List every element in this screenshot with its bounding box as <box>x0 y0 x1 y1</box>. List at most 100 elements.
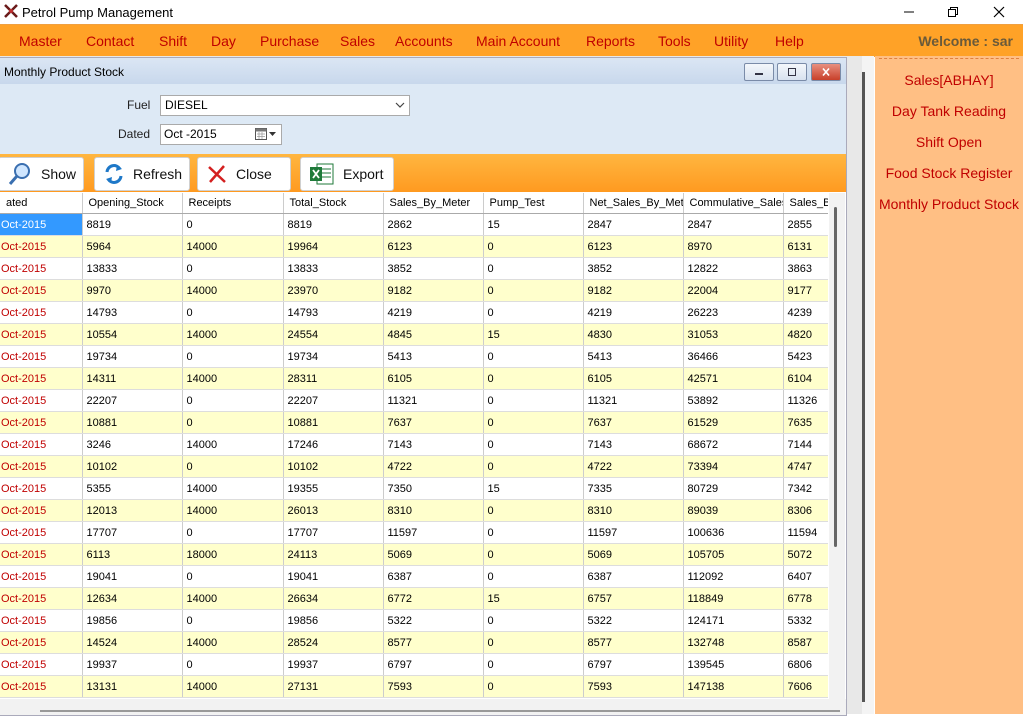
table-cell[interactable]: 17707 <box>82 521 183 544</box>
table-cell[interactable]: 5413 <box>583 345 684 368</box>
table-cell[interactable]: 0 <box>483 257 584 280</box>
table-cell[interactable]: 9177 <box>783 279 828 302</box>
table-cell[interactable]: 15 <box>483 477 584 500</box>
fuel-select[interactable]: DIESEL <box>160 95 410 116</box>
table-cell[interactable]: 28524 <box>283 631 384 654</box>
table-cell[interactable]: 7143 <box>583 433 684 456</box>
side-link-sales[interactable]: Sales[ABHAY] <box>875 72 1023 88</box>
table-cell[interactable]: 24113 <box>283 543 384 566</box>
table-cell[interactable]: 11321 <box>583 389 684 412</box>
close-window-button[interactable] <box>976 0 1022 24</box>
table-cell[interactable]: 26013 <box>283 499 384 522</box>
table-cell[interactable]: 89039 <box>683 499 784 522</box>
table-cell[interactable]: 18000 <box>182 543 284 566</box>
table-row[interactable]: Oct-2015 19856 0 19856 5322 0 5322 124171 5332 <box>0 609 828 632</box>
column-header[interactable]: Sales_B <box>783 193 828 214</box>
table-cell[interactable]: 6131 <box>783 235 828 258</box>
table-cell[interactable]: 7335 <box>583 477 684 500</box>
table-cell[interactable]: 11597 <box>583 521 684 544</box>
table-cell[interactable]: 0 <box>182 411 284 434</box>
menu-reports[interactable]: Reports <box>586 33 635 49</box>
table-row[interactable]: Oct-2015 13833 0 13833 3852 0 3852 12822 3863 <box>0 257 828 280</box>
table-cell[interactable]: 6387 <box>383 565 484 588</box>
table-cell[interactable]: 6778 <box>783 587 828 610</box>
table-cell[interactable]: Oct-2015 <box>0 279 83 302</box>
table-cell[interactable]: 0 <box>483 675 584 698</box>
table-cell[interactable]: 0 <box>483 565 584 588</box>
table-row[interactable]: Oct-2015 12013 14000 26013 8310 0 8310 89039 830… <box>0 499 828 522</box>
table-cell[interactable]: 19937 <box>283 653 384 676</box>
table-row[interactable]: Oct-2015 5964 14000 19964 6123 0 6123 8970 6131 <box>0 235 828 258</box>
table-cell[interactable]: 10554 <box>82 323 183 346</box>
table-cell[interactable]: 26634 <box>283 587 384 610</box>
table-cell[interactable]: 19355 <box>283 477 384 500</box>
table-cell[interactable]: 0 <box>483 389 584 412</box>
table-cell[interactable]: 8970 <box>683 235 784 258</box>
table-cell[interactable]: Oct-2015 <box>0 345 83 368</box>
table-cell[interactable]: 0 <box>182 257 284 280</box>
table-cell[interactable]: 6806 <box>783 653 828 676</box>
table-cell[interactable]: 0 <box>483 499 584 522</box>
table-row[interactable]: Oct-2015 19041 0 19041 6387 0 6387 112092 6407 <box>0 565 828 588</box>
table-cell[interactable]: 19964 <box>283 235 384 258</box>
child-minimize-button[interactable] <box>744 63 774 81</box>
table-cell[interactable]: 8577 <box>583 631 684 654</box>
table-cell[interactable]: 5423 <box>783 345 828 368</box>
table-cell[interactable]: 8310 <box>583 499 684 522</box>
table-cell[interactable]: Oct-2015 <box>0 565 83 588</box>
column-header[interactable]: Pump_Test <box>483 193 584 214</box>
grid-scroll-thumb[interactable] <box>834 207 837 547</box>
table-cell[interactable]: 105705 <box>683 543 784 566</box>
table-cell[interactable]: 3852 <box>383 257 484 280</box>
menu-purchase[interactable]: Purchase <box>260 33 319 49</box>
table-cell[interactable]: 4219 <box>383 301 484 324</box>
table-cell[interactable]: 6123 <box>583 235 684 258</box>
grid-vertical-scrollbar[interactable] <box>829 193 845 699</box>
table-cell[interactable]: 28311 <box>283 367 384 390</box>
table-cell[interactable]: 3863 <box>783 257 828 280</box>
table-cell[interactable]: Oct-2015 <box>0 653 83 676</box>
table-cell[interactable]: 19041 <box>283 565 384 588</box>
table-cell[interactable]: 19734 <box>82 345 183 368</box>
table-cell[interactable]: 6797 <box>383 653 484 676</box>
table-cell[interactable]: 8819 <box>82 213 183 236</box>
table-cell[interactable]: 19856 <box>82 609 183 632</box>
table-cell[interactable]: 11594 <box>783 521 828 544</box>
table-cell[interactable]: 4845 <box>383 323 484 346</box>
column-header[interactable]: Opening_Stock <box>82 193 183 214</box>
table-row[interactable]: Oct-2015 10554 14000 24554 4845 15 4830 31053 48… <box>0 323 828 346</box>
table-cell[interactable]: 12013 <box>82 499 183 522</box>
table-row[interactable]: Oct-2015 9970 14000 23970 9182 0 9182 22004 9177 <box>0 279 828 302</box>
column-header[interactable]: Sales_By_Meter <box>383 193 484 214</box>
table-cell[interactable]: 9970 <box>82 279 183 302</box>
table-cell[interactable]: 61529 <box>683 411 784 434</box>
table-cell[interactable]: 14000 <box>182 235 284 258</box>
table-cell[interactable]: Oct-2015 <box>0 257 83 280</box>
table-cell[interactable]: 4239 <box>783 301 828 324</box>
table-cell[interactable]: 10881 <box>82 411 183 434</box>
table-cell[interactable]: 42571 <box>683 367 784 390</box>
table-cell[interactable]: 0 <box>483 345 584 368</box>
menu-tools[interactable]: Tools <box>658 33 691 49</box>
table-cell[interactable]: 0 <box>483 279 584 302</box>
table-row[interactable]: Oct-2015 12634 14000 26634 6772 15 6757 118849 6… <box>0 587 828 610</box>
table-row[interactable]: Oct-2015 14311 14000 28311 6105 0 6105 42571 610… <box>0 367 828 390</box>
table-cell[interactable]: 17246 <box>283 433 384 456</box>
table-cell[interactable]: 5355 <box>82 477 183 500</box>
table-cell[interactable]: 9182 <box>383 279 484 302</box>
column-header[interactable]: Receipts <box>182 193 284 214</box>
table-cell[interactable]: 0 <box>182 345 284 368</box>
close-button[interactable]: Close <box>197 157 291 191</box>
table-cell[interactable]: 139545 <box>683 653 784 676</box>
export-button[interactable]: Export <box>300 157 394 191</box>
table-cell[interactable]: 14000 <box>182 279 284 302</box>
table-cell[interactable]: 6104 <box>783 367 828 390</box>
table-cell[interactable]: 8577 <box>383 631 484 654</box>
table-cell[interactable]: 14000 <box>182 323 284 346</box>
table-cell[interactable]: 0 <box>182 301 284 324</box>
table-cell[interactable]: 4219 <box>583 301 684 324</box>
table-cell[interactable]: 4830 <box>583 323 684 346</box>
table-cell[interactable]: 11597 <box>383 521 484 544</box>
table-cell[interactable]: 8587 <box>783 631 828 654</box>
table-cell[interactable]: 6105 <box>383 367 484 390</box>
